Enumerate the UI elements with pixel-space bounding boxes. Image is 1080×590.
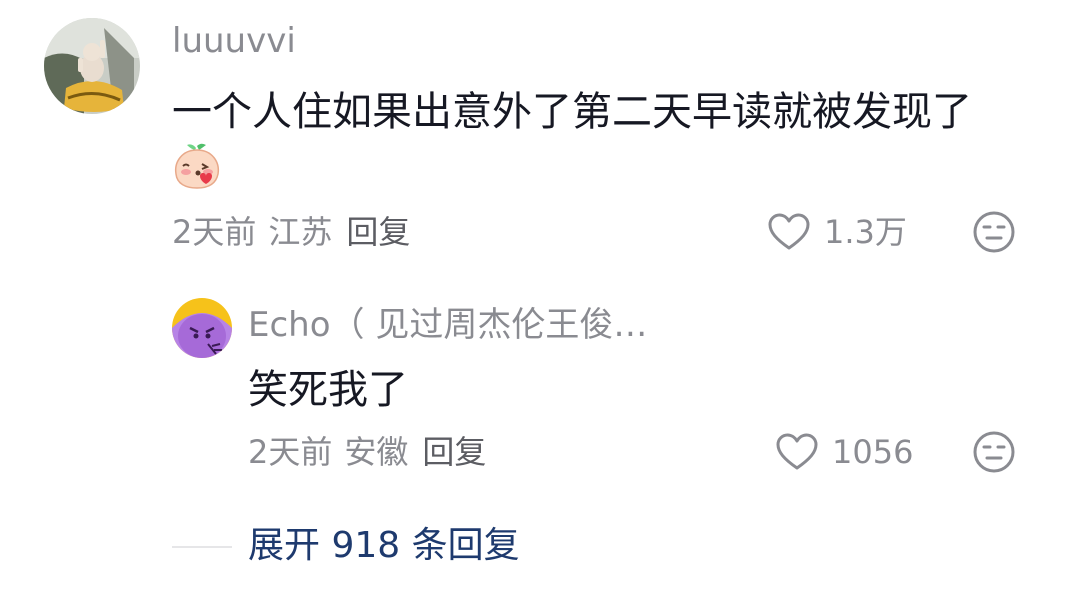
reply-time: 2天前 bbox=[248, 433, 333, 471]
reply-avatar-image bbox=[172, 298, 232, 358]
user-avatar-image bbox=[44, 18, 140, 114]
comment-text: 一个人住如果出意外了第二天早读就被发现了 bbox=[172, 89, 972, 135]
comment-time: 2天前 bbox=[172, 213, 257, 251]
comment-username[interactable]: luuuvvi bbox=[172, 18, 296, 64]
neutral-face-icon bbox=[973, 211, 1015, 253]
reply-like-count: 1056 bbox=[832, 433, 914, 471]
dislike-button[interactable] bbox=[972, 210, 1016, 254]
reply-dislike-button[interactable] bbox=[972, 430, 1016, 474]
reply-button[interactable]: 回复 bbox=[346, 213, 410, 251]
reply-reply-button[interactable]: 回复 bbox=[422, 433, 486, 471]
reply-like-button[interactable]: 1056 bbox=[776, 430, 913, 474]
comment-location: 江苏 bbox=[268, 213, 333, 251]
reply-meta: 2天前 安徽 回复 bbox=[248, 430, 486, 474]
expand-replies-button[interactable]: 展开 918 条回复 bbox=[248, 522, 520, 570]
expand-divider bbox=[172, 546, 232, 548]
like-count: 1.3万 bbox=[824, 213, 907, 251]
like-button[interactable]: 1.3万 bbox=[768, 210, 907, 254]
comment-meta: 2天前 江苏 回复 bbox=[172, 210, 410, 254]
reply-text: 笑死我了 bbox=[248, 367, 408, 413]
reply-username[interactable]: Echo（ 见过周杰伦王俊… bbox=[248, 302, 647, 348]
avatar[interactable] bbox=[44, 18, 140, 114]
reply-location: 安徽 bbox=[344, 433, 409, 471]
heart-icon bbox=[776, 433, 818, 470]
neutral-face-icon bbox=[973, 431, 1015, 473]
heart-icon bbox=[768, 213, 810, 250]
blushing-peach-sticker-icon bbox=[172, 142, 222, 190]
reply-avatar[interactable] bbox=[172, 298, 232, 358]
